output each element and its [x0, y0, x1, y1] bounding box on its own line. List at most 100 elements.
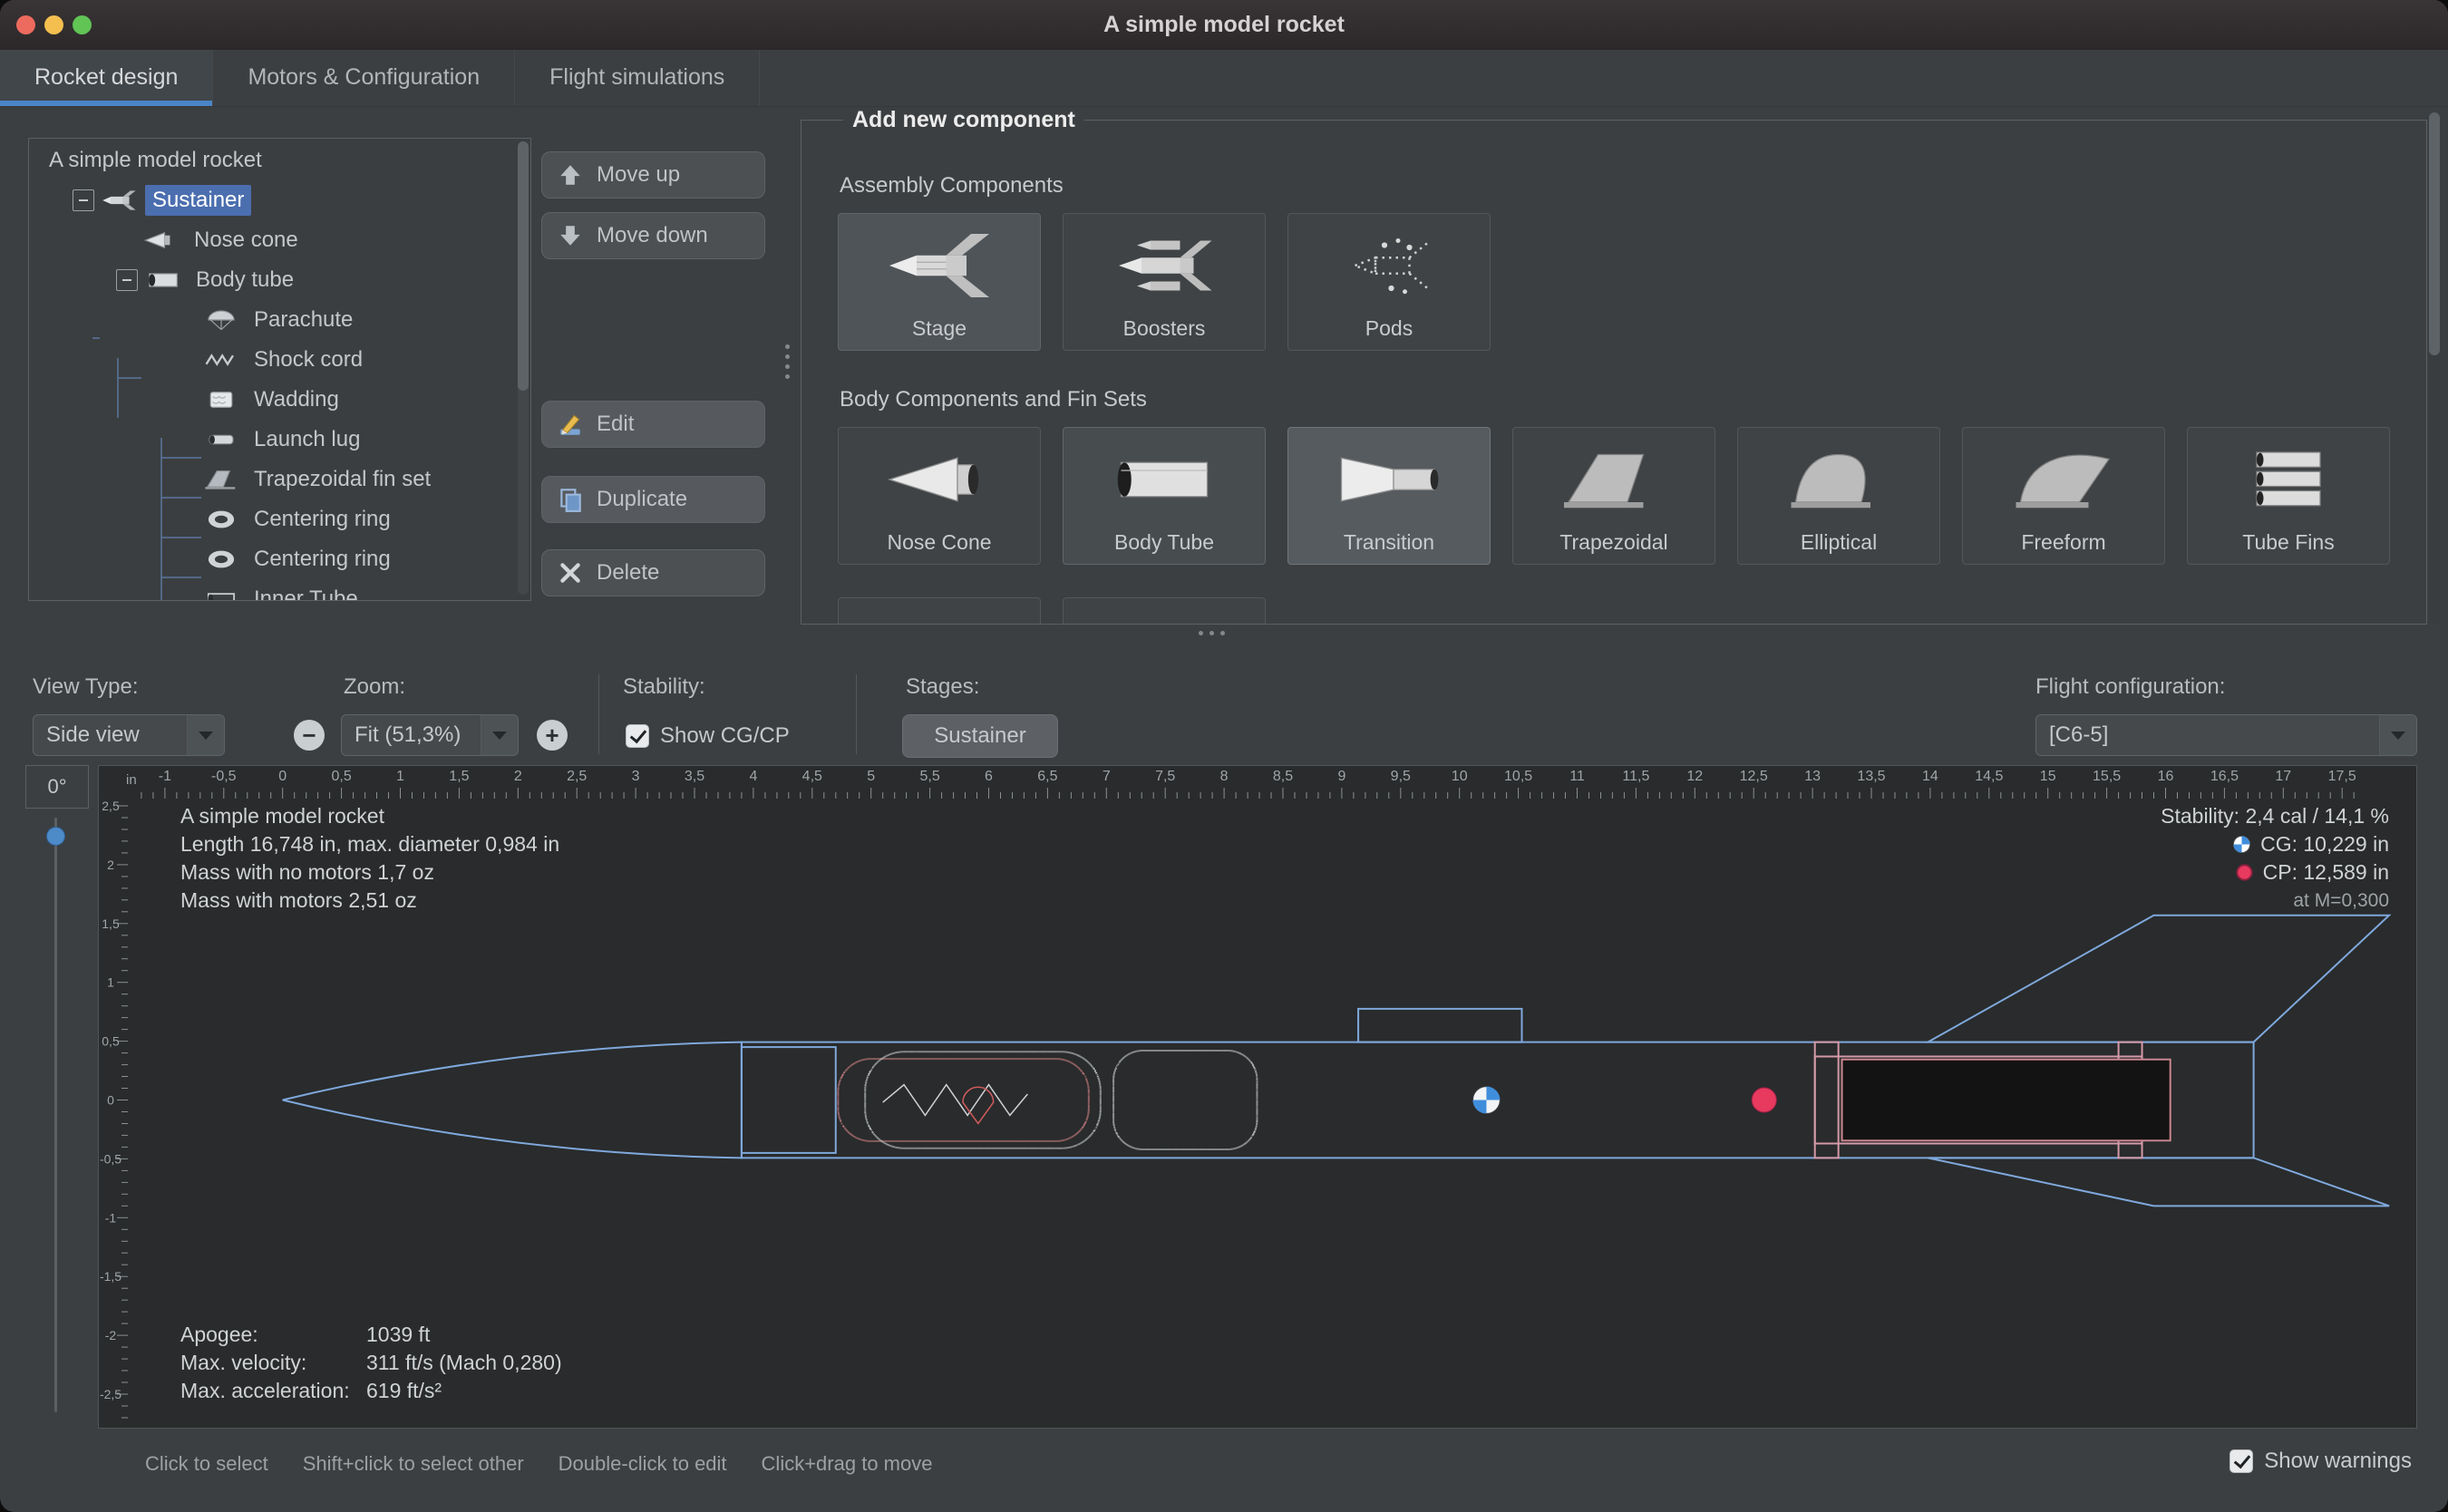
tab-rocket-design[interactable]: Rocket design	[0, 50, 213, 106]
component-tile-boosters[interactable]: Boosters	[1063, 213, 1266, 351]
tree-item-centering-ring-2[interactable]: Centering ring	[29, 539, 518, 579]
splitter-handle-icon[interactable]	[785, 344, 790, 379]
mach-note: at M=0,300	[2161, 887, 2389, 915]
tree-item-body-tube[interactable]: Body tube	[29, 260, 518, 300]
rocket-icon	[102, 188, 138, 213]
svg-text:7,5: 7,5	[1155, 769, 1175, 784]
tree-expander-icon[interactable]	[116, 269, 138, 291]
svg-text:1,5: 1,5	[102, 916, 120, 931]
stage-toggle-sustainer[interactable]: Sustainer	[902, 714, 1058, 758]
tree-expander-icon[interactable]	[73, 189, 94, 211]
parachute-icon	[203, 307, 239, 333]
svg-text:6: 6	[985, 769, 993, 784]
nosecone-icon	[143, 228, 180, 253]
tree-item-sustainer[interactable]: Sustainer	[29, 180, 518, 220]
status-hints: Click to selectShift+click to select oth…	[145, 1452, 932, 1476]
flight-configuration-select[interactable]: [C6-5]	[2035, 714, 2417, 756]
add-component-title: Add new component	[843, 107, 1084, 133]
transition-component-icon	[1335, 428, 1443, 530]
rotation-angle-box: 0°	[25, 765, 89, 809]
stages-label: Stages:	[906, 674, 979, 700]
component-tile-body-tube[interactable]: Body Tube	[1063, 427, 1266, 565]
cp-marker	[1752, 1088, 1776, 1112]
move-up-button[interactable]: Move up	[541, 151, 765, 199]
tree-item-parachute[interactable]: Parachute	[29, 300, 518, 340]
component-tile-freeform[interactable]: Freeform	[1962, 427, 2165, 565]
component-tile-nose-cone[interactable]: Nose Cone	[838, 427, 1041, 565]
svg-text:16: 16	[2158, 769, 2174, 784]
delete-button[interactable]: Delete	[541, 549, 765, 596]
tree-item-launch-lug[interactable]: Launch lug	[29, 420, 518, 460]
svg-text:0: 0	[278, 769, 287, 784]
status-hint: Double-click to edit	[559, 1452, 727, 1476]
cp-value: 12,589 in	[2303, 860, 2389, 884]
component-tile-tube-fins[interactable]: Tube Fins	[2187, 427, 2390, 565]
toolbar-separator	[856, 674, 857, 754]
svg-text:4,5: 4,5	[802, 769, 822, 784]
chevron-down-icon	[2379, 715, 2416, 755]
app-window: A simple model rocket Rocket design Moto…	[0, 0, 2448, 1512]
tree-scrollbar[interactable]	[518, 141, 529, 595]
flight-configuration-label: Flight configuration:	[2035, 674, 2225, 700]
svg-text:2,5: 2,5	[567, 769, 587, 784]
tree-item-nose-cone[interactable]: Nose cone	[29, 220, 518, 260]
view-type-select[interactable]: Side view	[33, 714, 225, 756]
svg-text:17: 17	[2275, 769, 2291, 784]
svg-text:5: 5	[867, 769, 875, 784]
fin-upper-shape	[1928, 916, 2389, 1042]
show-warnings-checkbox[interactable]	[2229, 1449, 2253, 1473]
panel-scrollbar[interactable]	[2429, 112, 2440, 625]
tab-flight-simulations[interactable]: Flight simulations	[515, 50, 760, 106]
rotation-slider[interactable]	[54, 818, 57, 1412]
panel-collapse-handle-icon[interactable]	[1199, 631, 1225, 635]
launch-lug-shape	[1358, 1009, 1521, 1042]
zoom-label: Zoom:	[344, 674, 405, 700]
flight-stat-value: 1039 ft	[366, 1321, 562, 1349]
tree-scrollbar-thumb[interactable]	[518, 141, 529, 391]
title-bar: A simple model rocket	[0, 0, 2448, 51]
zoom-out-button[interactable]: −	[294, 720, 325, 751]
tree-item-centering-ring[interactable]: Centering ring	[29, 499, 518, 539]
component-row-partial	[838, 597, 2390, 625]
rocket-canvas[interactable]: -1-0,500,511,522,533,544,555,566,577,588…	[98, 765, 2417, 1429]
component-tree: A simple model rocketSustainerNose coneB…	[29, 141, 518, 601]
parachute-symbol	[963, 1087, 994, 1123]
component-tile-stage[interactable]: Stage	[838, 213, 1041, 351]
ruler-unit-label: in	[126, 772, 137, 788]
component-tile-partial[interactable]	[838, 597, 1041, 625]
tab-motors-configuration[interactable]: Motors & Configuration	[213, 50, 515, 106]
edit-button[interactable]: Edit	[541, 401, 765, 448]
move-down-button[interactable]: Move down	[541, 212, 765, 259]
zoom-select[interactable]: Fit (51,3%)	[341, 714, 519, 756]
tree-item-trapezoidal-fin-set[interactable]: Trapezoidal fin set	[29, 460, 518, 499]
component-tile-pods[interactable]: Pods	[1287, 213, 1491, 351]
tree-item-a-simple-model-rocket[interactable]: A simple model rocket	[29, 141, 518, 180]
component-tile-trapezoidal[interactable]: Trapezoidal	[1512, 427, 1715, 565]
rotation-slider-thumb[interactable]	[46, 827, 65, 846]
rocket-info-line: Mass with motors 2,51 oz	[180, 887, 559, 915]
wadding-shape	[1113, 1051, 1257, 1149]
fin-lower-shape	[1928, 1158, 2389, 1206]
pods-component-icon	[1335, 214, 1443, 316]
arrow-down-icon	[557, 222, 584, 249]
innertube-icon	[203, 586, 239, 601]
component-tile-elliptical[interactable]: Elliptical	[1737, 427, 1940, 565]
toolbar-separator	[598, 674, 599, 754]
component-tile-transition[interactable]: Transition	[1287, 427, 1491, 565]
chevron-down-icon	[481, 715, 518, 755]
show-cgcp-checkbox[interactable]	[626, 724, 649, 748]
stability-value: 2,4 cal / 14,1 %	[2245, 804, 2389, 828]
svg-text:0,5: 0,5	[102, 1034, 120, 1049]
svg-text:11: 11	[1569, 769, 1585, 784]
tree-item-inner-tube-2[interactable]: Inner Tube	[29, 579, 518, 601]
tree-item-shock-cord[interactable]: Shock cord	[29, 340, 518, 380]
svg-text:12,5: 12,5	[1740, 769, 1768, 784]
launchlug-icon	[203, 427, 239, 452]
component-tile-partial[interactable]	[1063, 597, 1266, 625]
tree-item-wadding[interactable]: Wadding	[29, 380, 518, 420]
svg-text:1: 1	[396, 769, 404, 784]
svg-text:6,5: 6,5	[1037, 769, 1057, 784]
panel-scrollbar-thumb[interactable]	[2429, 112, 2440, 355]
duplicate-button[interactable]: Duplicate	[541, 476, 765, 523]
zoom-in-button[interactable]: +	[537, 720, 568, 751]
